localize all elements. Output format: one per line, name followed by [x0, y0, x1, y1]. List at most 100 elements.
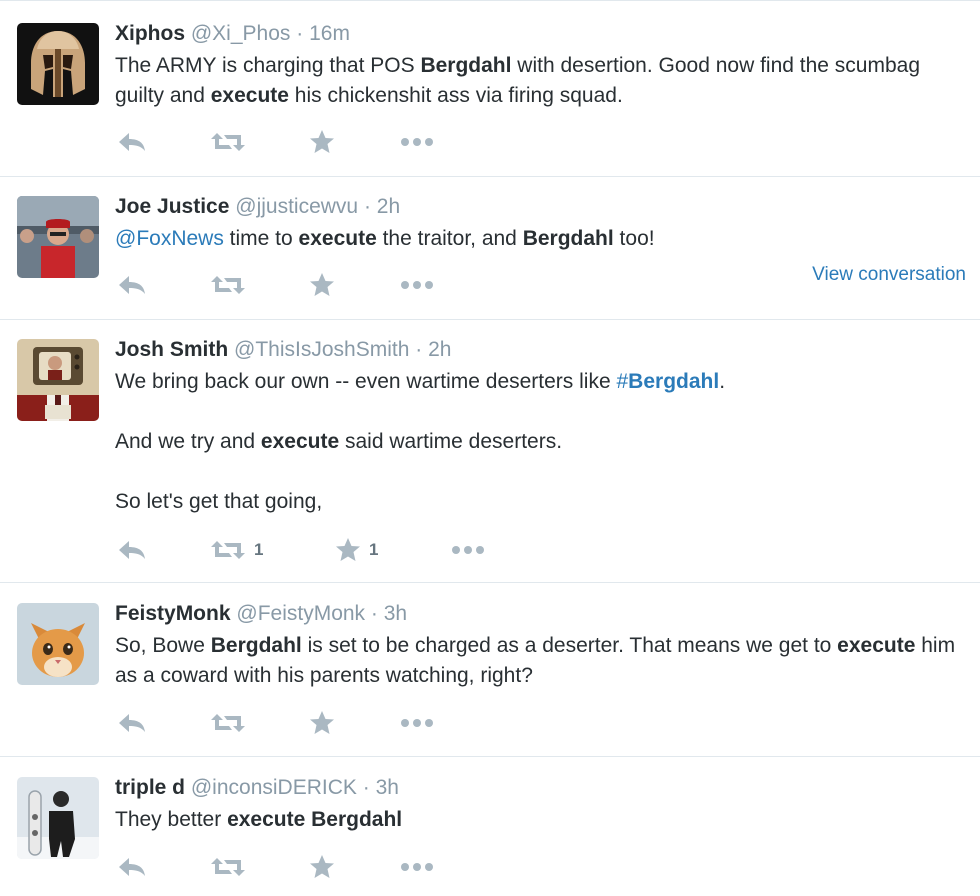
hashtag-word: Bergdahl: [628, 370, 720, 393]
tweet-actions: [115, 127, 975, 157]
tweet[interactable]: Joe Justice @jjusticewvu · 2h @FoxNews t…: [0, 176, 980, 319]
tweet-timestamp[interactable]: 16m: [309, 22, 350, 45]
reply-icon: [119, 858, 145, 876]
user-screen-name[interactable]: @FeistyMonk: [236, 602, 365, 625]
text-segment: time to: [223, 227, 299, 250]
tweet-timeline: Xiphos @Xi_Phos · 16m The ARMY is chargi…: [0, 0, 980, 896]
spartan-helmet-icon: [17, 23, 99, 105]
user-screen-name[interactable]: @inconsiDERICK: [191, 776, 357, 799]
tweet-text: We bring back our own -- even wartime de…: [115, 367, 965, 517]
retweet-icon: [211, 714, 245, 732]
favorite-icon: [310, 855, 334, 878]
avatar[interactable]: [17, 23, 99, 105]
tweet-header: Xiphos @Xi_Phos · 16m: [115, 21, 350, 47]
tweet-actions: [115, 852, 975, 882]
retweet-icon: [211, 133, 245, 151]
tweet[interactable]: Xiphos @Xi_Phos · 16m The ARMY is chargi…: [0, 0, 980, 176]
favorite-button[interactable]: [309, 127, 335, 157]
reply-icon: [119, 541, 145, 559]
user-screen-name[interactable]: @jjusticewvu: [235, 195, 358, 218]
retweet-icon: [211, 858, 245, 876]
tweet-text: They better execute Bergdahl: [115, 805, 965, 835]
user-fullname[interactable]: Joe Justice: [115, 195, 229, 218]
keyword-bergdahl: Bergdahl: [522, 227, 614, 250]
more-button[interactable]: [400, 127, 434, 157]
text-segment: We bring back our own -- even wartime de…: [115, 370, 617, 393]
tweet-header: FeistyMonk @FeistyMonk · 3h: [115, 601, 407, 627]
favorite-icon: [310, 711, 334, 734]
tweet[interactable]: FeistyMonk @FeistyMonk · 3h So, Bowe Ber…: [0, 582, 980, 756]
text-segment: is set to be charged as a deserter. That…: [301, 634, 838, 657]
favorite-count: 1: [369, 540, 379, 559]
user-fullname[interactable]: triple d: [115, 776, 185, 799]
retweet-icon: [211, 276, 245, 294]
more-button[interactable]: [451, 535, 485, 565]
tweet[interactable]: Josh Smith @ThisIsJoshSmith · 2h We brin…: [0, 319, 980, 582]
user-fullname[interactable]: Josh Smith: [115, 338, 228, 361]
keyword-execute: execute: [260, 430, 340, 453]
more-button[interactable]: [400, 852, 434, 882]
reply-button[interactable]: [117, 852, 147, 882]
favorite-icon: [310, 273, 334, 296]
user-screen-name[interactable]: @ThisIsJoshSmith: [234, 338, 409, 361]
tv-head-icon: [17, 339, 99, 421]
text-segment: So, Bowe: [115, 634, 211, 657]
keyword-execute: execute: [837, 634, 916, 657]
more-button[interactable]: [400, 270, 434, 300]
avatar[interactable]: [17, 777, 99, 859]
snowboarder-icon: [17, 777, 99, 859]
favorite-button[interactable]: 1: [335, 535, 378, 565]
hashtag-symbol: #: [616, 370, 629, 393]
separator-dot: ·: [363, 195, 371, 218]
reply-button[interactable]: [117, 708, 147, 738]
more-icon: [452, 546, 484, 554]
reply-icon: [119, 276, 145, 294]
keyword-bergdahl: Bergdahl: [210, 634, 302, 657]
separator-dot: ·: [415, 338, 423, 361]
retweet-button[interactable]: [210, 270, 246, 300]
favorite-button[interactable]: [309, 852, 335, 882]
avatar[interactable]: [17, 196, 99, 278]
retweet-button[interactable]: [210, 852, 246, 882]
tweet-text: So, Bowe Bergdahl is set to be charged a…: [115, 631, 965, 691]
retweet-button[interactable]: 1: [210, 535, 263, 565]
text-segment: .: [719, 370, 726, 393]
avatar[interactable]: [17, 339, 99, 421]
text-segment: said wartime deserters.: [339, 430, 563, 453]
keyword-bergdahl: Bergdahl: [420, 54, 512, 77]
retweet-button[interactable]: [210, 708, 246, 738]
tweet-header: Joe Justice @jjusticewvu · 2h: [115, 194, 400, 220]
retweet-button[interactable]: [210, 127, 246, 157]
tweet-text: @FoxNews time to execute the traitor, an…: [115, 224, 965, 254]
more-icon: [401, 281, 433, 289]
tweet-actions: 1 1: [115, 535, 975, 565]
favorite-button[interactable]: [309, 270, 335, 300]
favorite-icon: [310, 130, 334, 153]
favorite-button[interactable]: [309, 708, 335, 738]
keyword-execute: execute: [210, 84, 289, 107]
tweet-timestamp[interactable]: 2h: [428, 338, 451, 361]
reply-icon: [119, 714, 145, 732]
user-screen-name[interactable]: @Xi_Phos: [191, 22, 291, 45]
separator-dot: ·: [296, 22, 304, 45]
user-fullname[interactable]: Xiphos: [115, 22, 185, 45]
hashtag-link[interactable]: #Bergdahl: [616, 370, 719, 393]
reply-button[interactable]: [117, 127, 147, 157]
text-segment: his chickenshit ass via firing squad.: [288, 84, 623, 107]
more-button[interactable]: [400, 708, 434, 738]
separator-dot: ·: [370, 602, 378, 625]
retweet-count: 1: [254, 540, 264, 559]
text-paragraph: So let's get that going,: [115, 490, 323, 513]
kitten-icon: [17, 603, 99, 685]
more-icon: [401, 719, 433, 727]
tweet[interactable]: triple d @inconsiDERICK · 3h They better…: [0, 756, 980, 896]
tweet-timestamp[interactable]: 2h: [377, 195, 400, 218]
reply-button[interactable]: [117, 270, 147, 300]
avatar[interactable]: [17, 603, 99, 685]
tweet-timestamp[interactable]: 3h: [376, 776, 399, 799]
user-fullname[interactable]: FeistyMonk: [115, 602, 231, 625]
tweet-timestamp[interactable]: 3h: [384, 602, 407, 625]
text-segment: The ARMY is charging that POS: [115, 54, 421, 77]
mention-link[interactable]: @FoxNews: [115, 227, 224, 250]
reply-button[interactable]: [117, 535, 147, 565]
